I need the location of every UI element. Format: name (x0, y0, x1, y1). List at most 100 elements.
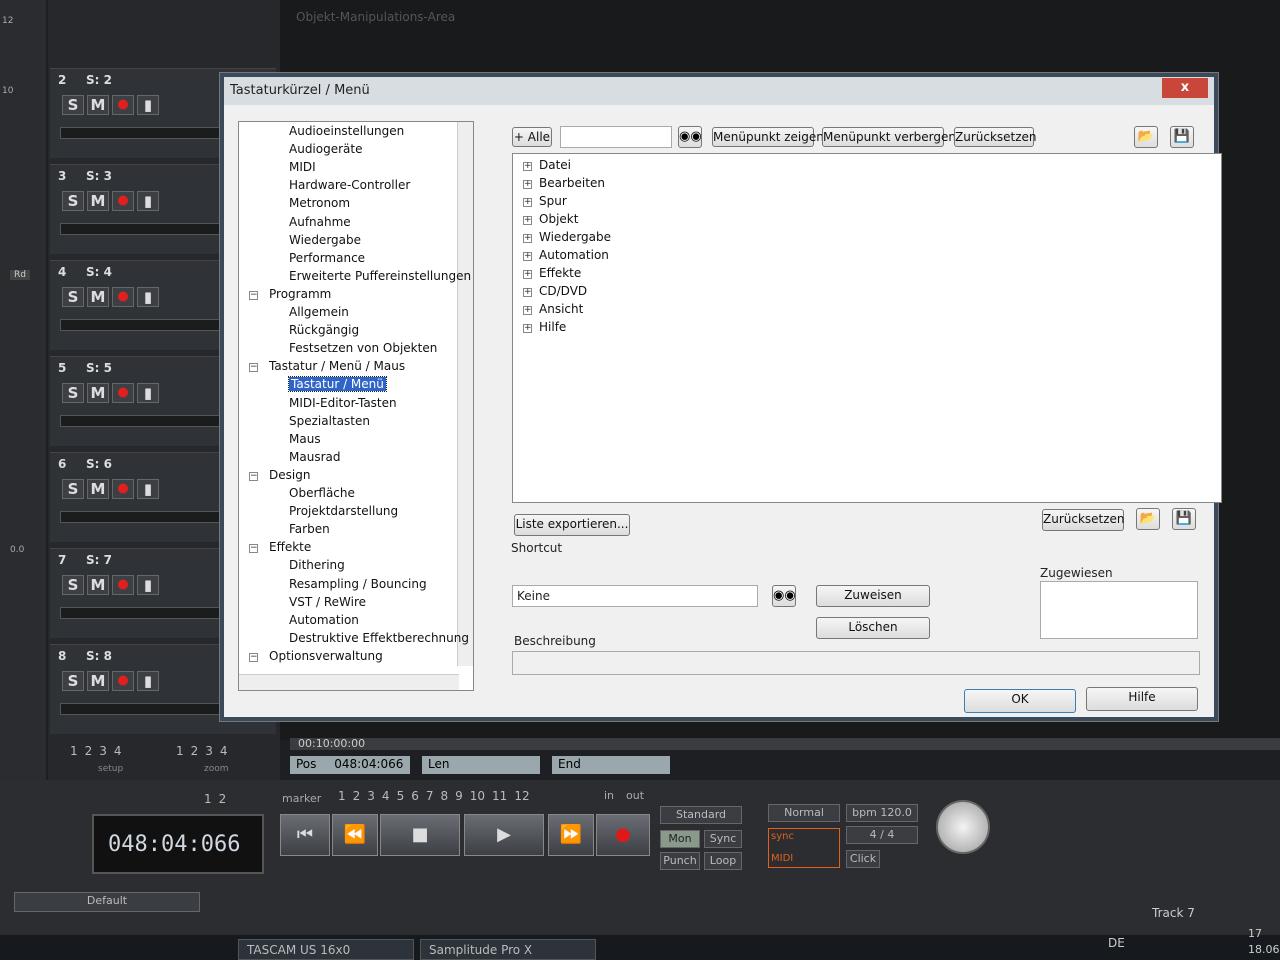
tree-item[interactable]: Allgemein (289, 305, 349, 319)
reset-button[interactable]: Zurücksetzen (954, 127, 1037, 147)
tree-item[interactable]: Destruktive Effektberechnung (289, 631, 469, 645)
mon-button[interactable]: Mon (660, 830, 700, 848)
tree-item[interactable]: Metronom (289, 196, 350, 210)
tree-item[interactable]: Maus (289, 432, 321, 446)
tree-item[interactable]: Aufnahme (289, 215, 351, 229)
delete-button[interactable]: Löschen (816, 617, 930, 639)
tree-item[interactable]: Performance (289, 251, 365, 265)
mute-button[interactable]: M (87, 95, 109, 115)
binoculars-icon[interactable]: ◉◉ (772, 585, 796, 607)
expand-icon[interactable]: + (523, 288, 532, 297)
record-icon[interactable]: ● (596, 814, 650, 856)
monitor-icon[interactable]: ▮ (137, 191, 159, 211)
record-arm-icon[interactable]: ● (112, 95, 134, 115)
tree-item[interactable]: Programm (269, 287, 331, 301)
language-indicator[interactable]: DE (1108, 936, 1125, 950)
taskbar-item-tascam[interactable]: TASCAM US 16x0 (238, 939, 414, 960)
mute-button[interactable]: M (87, 479, 109, 499)
all-button[interactable]: + Alle (512, 127, 552, 147)
tree-item[interactable]: Festsetzen von Objekten (289, 341, 437, 355)
search-field[interactable] (560, 126, 672, 148)
assigned-list[interactable] (1040, 581, 1198, 639)
collapse-icon[interactable]: − (249, 544, 258, 554)
tree-item[interactable]: Audioeinstellungen (289, 124, 404, 138)
in-label[interactable]: in (604, 789, 614, 802)
rewind-start-icon[interactable]: ⏮ (280, 814, 330, 856)
solo-button[interactable]: S (62, 575, 84, 595)
tree-item[interactable]: Audiogeräte (289, 142, 362, 156)
solo-button[interactable]: S (62, 191, 84, 211)
menu-category[interactable]: Automation (539, 248, 609, 262)
setup-presets[interactable]: 1234 (70, 744, 122, 758)
play-icon[interactable]: ▶ (464, 814, 544, 856)
expand-icon[interactable]: + (523, 270, 532, 279)
marker-numbers[interactable]: 1 2 3 4 5 6 7 8 9 10 11 12 (338, 789, 530, 803)
out-label[interactable]: out (626, 789, 644, 802)
solo-button[interactable]: S (62, 671, 84, 691)
mute-button[interactable]: M (87, 287, 109, 307)
signature-field[interactable]: 4 / 4 (846, 826, 918, 844)
click-button[interactable]: Click (846, 850, 880, 868)
loop-presets[interactable]: 12 (204, 792, 226, 806)
collapse-icon[interactable]: − (249, 471, 258, 481)
expand-icon[interactable]: + (523, 234, 532, 243)
close-button[interactable]: x (1162, 78, 1208, 98)
record-arm-icon[interactable]: ● (112, 479, 134, 499)
save-icon[interactable]: 💾 (1170, 126, 1194, 148)
default-select[interactable]: Default (14, 892, 200, 912)
collapse-icon[interactable]: − (249, 652, 258, 662)
tree-item[interactable]: MIDI (289, 160, 316, 174)
menu-category[interactable]: Datei (539, 158, 571, 172)
collapse-icon[interactable]: − (249, 290, 258, 300)
monitor-icon[interactable]: ▮ (137, 287, 159, 307)
menu-tree-list[interactable]: + Datei + Bearbeiten + Spur + Objekt + Wiedergabe… (512, 153, 1222, 503)
tree-item[interactable]: MIDI-Editor-Tasten (289, 396, 397, 410)
expand-icon[interactable]: + (523, 252, 532, 261)
help-button[interactable]: Hilfe (1086, 687, 1198, 711)
zoom-presets[interactable]: 1234 (176, 744, 228, 758)
tree-item[interactable]: VST / ReWire (289, 595, 366, 609)
tree-item[interactable]: Wiedergabe (289, 233, 361, 247)
tree-item[interactable]: Resampling / Bouncing (289, 577, 427, 591)
len-field[interactable]: Len (422, 756, 540, 774)
show-menu-item-button[interactable]: Menüpunkt zeigen (712, 127, 824, 147)
expand-icon[interactable]: + (523, 306, 532, 315)
open-folder-icon[interactable]: 📂 (1136, 508, 1160, 530)
monitor-icon[interactable]: ▮ (137, 671, 159, 691)
end-field[interactable]: End (552, 756, 670, 774)
monitor-icon[interactable]: ▮ (137, 479, 159, 499)
tree-item[interactable]: Erweiterte Puffereinstellungen (289, 269, 471, 283)
tree-item[interactable]: Automation (289, 613, 359, 627)
clock[interactable]: 17 18.06 (1248, 926, 1280, 958)
tree-item[interactable]: Tastatur / Menü / Maus (269, 359, 405, 373)
menu-category[interactable]: Spur (539, 194, 567, 208)
record-arm-icon[interactable]: ● (112, 575, 134, 595)
punch-button[interactable]: Punch (660, 852, 700, 870)
expand-icon[interactable]: + (523, 180, 532, 189)
solo-button[interactable]: S (62, 479, 84, 499)
collapse-icon[interactable]: − (249, 363, 258, 373)
sync-button[interactable]: Sync (704, 830, 742, 848)
record-arm-icon[interactable]: ● (112, 383, 134, 403)
menu-category[interactable]: Wiedergabe (539, 230, 611, 244)
reset-shortcuts-button[interactable]: Zurücksetzen (1042, 509, 1125, 531)
tree-item[interactable]: Oberfläche (289, 486, 355, 500)
options-tree[interactable]: Audioeinstellungen Audiogeräte MIDI Hardwar… (238, 121, 474, 691)
normal-select[interactable]: Normal (768, 804, 840, 822)
menu-category[interactable]: Hilfe (539, 320, 566, 334)
assign-button[interactable]: Zuweisen (816, 585, 930, 607)
expand-icon[interactable]: + (523, 216, 532, 225)
expand-icon[interactable]: + (523, 162, 532, 171)
tree-item[interactable]: Tastatur / Menü (288, 376, 387, 393)
tree-item[interactable]: Optionsverwaltung (269, 649, 383, 663)
menu-category[interactable]: Effekte (539, 266, 581, 280)
mute-button[interactable]: M (87, 383, 109, 403)
menu-category[interactable]: Objekt (539, 212, 578, 226)
expand-icon[interactable]: + (523, 324, 532, 333)
monitor-icon[interactable]: ▮ (137, 383, 159, 403)
time-display[interactable]: 048:04:066 (92, 814, 264, 874)
record-arm-icon[interactable]: ● (112, 671, 134, 691)
tree-item[interactable]: Farben (289, 522, 330, 536)
mute-button[interactable]: M (87, 575, 109, 595)
tree-horizontal-scrollbar[interactable] (239, 674, 459, 690)
